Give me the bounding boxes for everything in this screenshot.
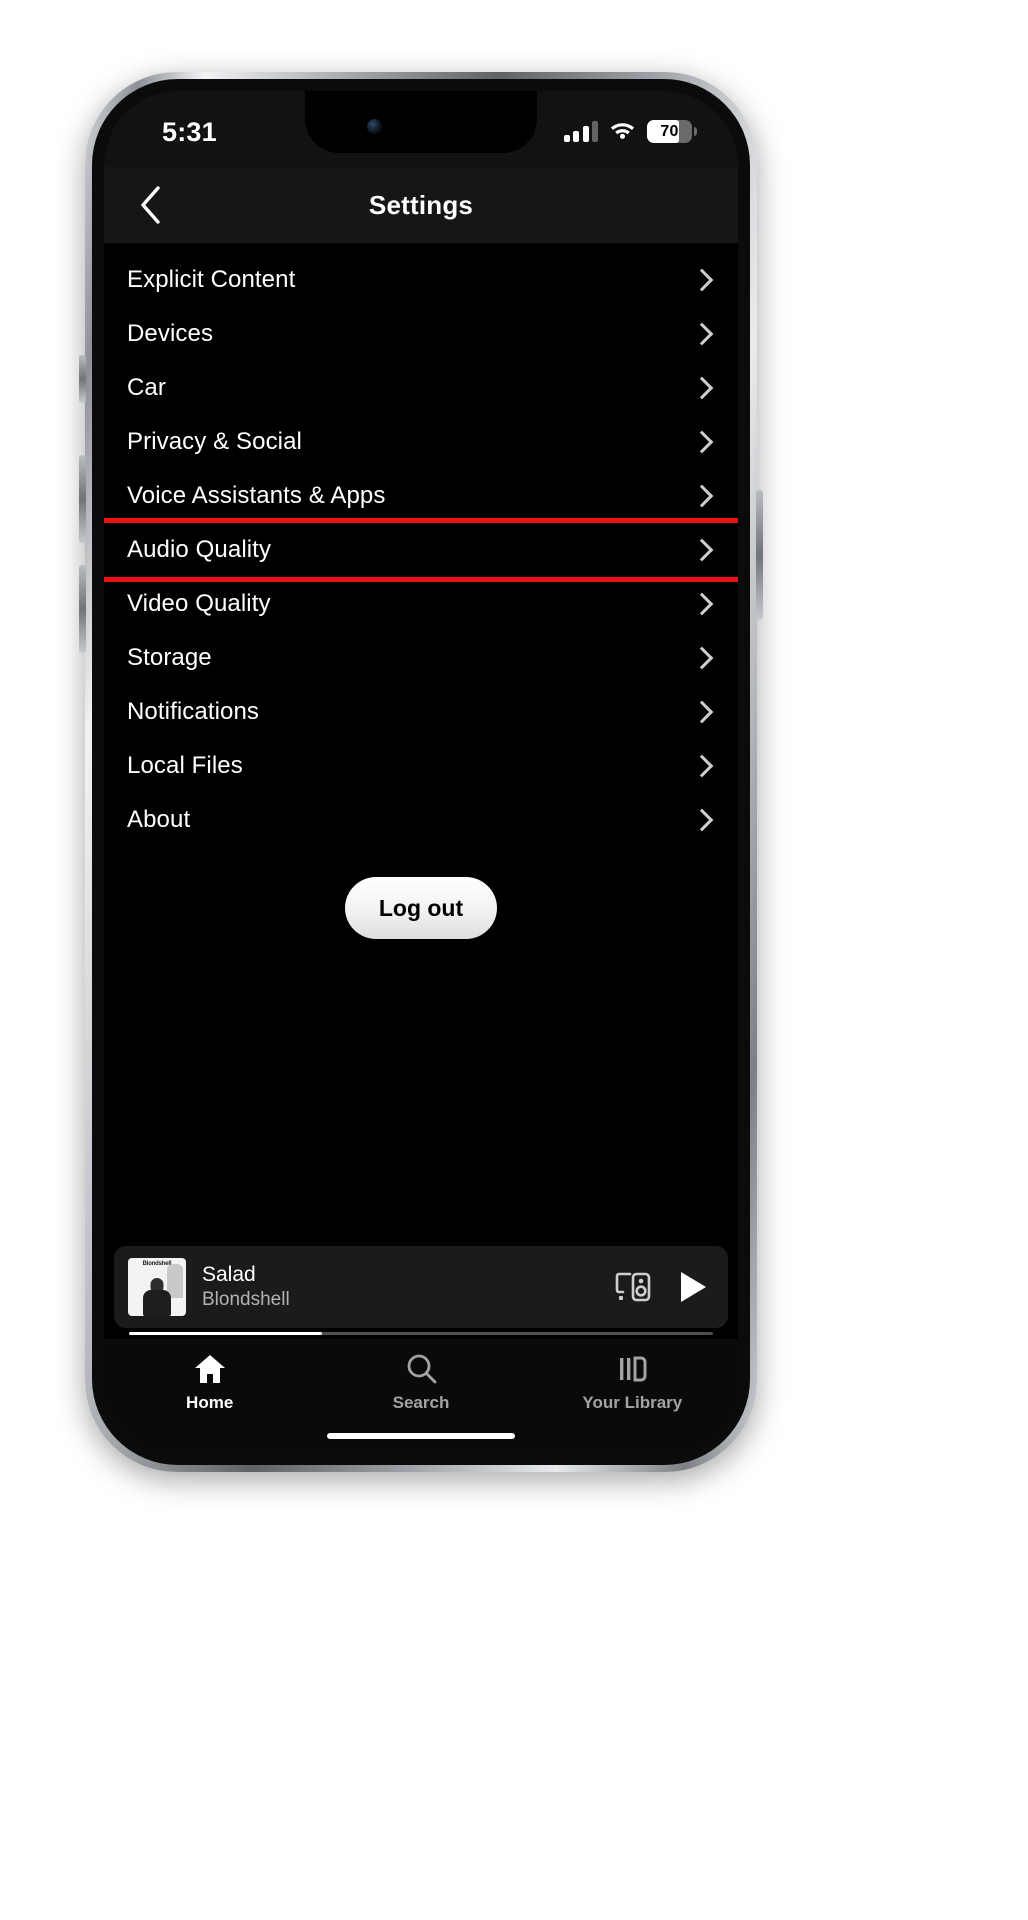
notch [305, 91, 537, 153]
settings-row-voice-assistants-apps[interactable]: Voice Assistants & Apps [104, 469, 738, 523]
settings-row-label: Video Quality [127, 590, 271, 617]
now-playing-track-title: Salad [202, 1263, 256, 1287]
home-indicator[interactable] [327, 1433, 515, 1439]
chevron-right-icon [690, 538, 714, 562]
settings-row-about[interactable]: About [104, 793, 738, 847]
chevron-right-icon [690, 592, 714, 616]
battery-icon: 70 [647, 120, 697, 143]
cellular-signal-icon [563, 121, 598, 142]
chevron-left-icon [141, 186, 160, 224]
search-icon [404, 1353, 438, 1385]
settings-row-notifications[interactable]: Notifications [104, 685, 738, 739]
tab-label: Your Library [582, 1393, 683, 1412]
battery-cap [693, 127, 697, 136]
silent-switch[interactable] [79, 355, 86, 403]
settings-row-video-quality[interactable]: Video Quality [104, 577, 738, 631]
battery-percent-label: 70 [660, 122, 679, 140]
tab-search[interactable]: Search [315, 1353, 526, 1413]
chevron-right-icon [690, 322, 714, 346]
chevron-right-icon [690, 808, 714, 832]
phone-screen: 5:31 70 Settings Explicit Content Device… [104, 91, 738, 1453]
settings-row-label: Privacy & Social [127, 428, 302, 455]
playback-progress-bar[interactable] [129, 1332, 713, 1335]
tab-label: Search [392, 1393, 450, 1412]
now-playing-bar[interactable]: Blondshell Salad Blondshell [114, 1246, 728, 1328]
page-title: Settings [368, 189, 474, 220]
settings-row-label: Notifications [127, 698, 260, 725]
settings-row-devices[interactable]: Devices [104, 307, 738, 361]
settings-row-car[interactable]: Car [104, 361, 738, 415]
library-icon [615, 1353, 649, 1385]
chevron-right-icon [690, 268, 714, 292]
settings-row-label: Explicit Content [127, 266, 296, 293]
settings-row-audio-quality[interactable]: Audio Quality [104, 518, 738, 582]
settings-list: Explicit Content Devices Car Privacy & Soci… [104, 243, 738, 847]
status-time: 5:31 [162, 117, 217, 147]
playback-progress-fill [129, 1332, 322, 1335]
album-art-body [143, 1290, 171, 1316]
tab-your-library[interactable]: Your Library [527, 1353, 738, 1413]
logout-section: Log out [104, 877, 738, 939]
settings-row-label: Audio Quality [127, 536, 272, 563]
settings-row-label: Local Files [127, 752, 243, 779]
home-icon [193, 1353, 227, 1385]
screenshot-scene: 5:31 70 Settings Explicit Content Device… [0, 0, 1028, 1920]
settings-row-storage[interactable]: Storage [104, 631, 738, 685]
now-playing-controls [614, 1270, 714, 1304]
album-art-figure [142, 1278, 172, 1316]
settings-row-explicit-content[interactable]: Explicit Content [104, 253, 738, 307]
volume-up-button[interactable] [79, 455, 86, 543]
tab-home[interactable]: Home [104, 1353, 315, 1413]
chevron-right-icon [690, 646, 714, 670]
settings-row-local-files[interactable]: Local Files [104, 739, 738, 793]
album-art: Blondshell [128, 1258, 186, 1316]
now-playing-artist: Blondshell [202, 1288, 290, 1310]
chevron-right-icon [690, 754, 714, 778]
settings-row-label: Devices [127, 320, 214, 347]
logout-button[interactable]: Log out [345, 877, 497, 939]
settings-row-privacy-social[interactable]: Privacy & Social [104, 415, 738, 469]
status-indicators: 70 [563, 119, 697, 144]
tab-label: Home [186, 1393, 234, 1412]
chevron-right-icon [690, 430, 714, 454]
power-button[interactable] [756, 490, 763, 620]
back-button[interactable] [126, 181, 174, 229]
front-camera-icon [367, 119, 382, 134]
settings-row-label: Car [127, 374, 166, 401]
spotify-connect-device-icon[interactable] [614, 1270, 652, 1304]
wifi-icon [609, 119, 636, 144]
chevron-right-icon [690, 376, 714, 400]
navigation-header: Settings [104, 167, 738, 243]
status-bar: 5:31 70 [104, 91, 738, 167]
chevron-right-icon [690, 700, 714, 724]
volume-down-button[interactable] [79, 565, 86, 653]
settings-row-label: About [127, 806, 191, 833]
chevron-right-icon [690, 484, 714, 508]
settings-row-label: Storage [127, 644, 212, 671]
now-playing-meta: Salad Blondshell [186, 1262, 614, 1311]
settings-row-label: Voice Assistants & Apps [127, 482, 386, 509]
play-icon[interactable] [678, 1270, 708, 1304]
